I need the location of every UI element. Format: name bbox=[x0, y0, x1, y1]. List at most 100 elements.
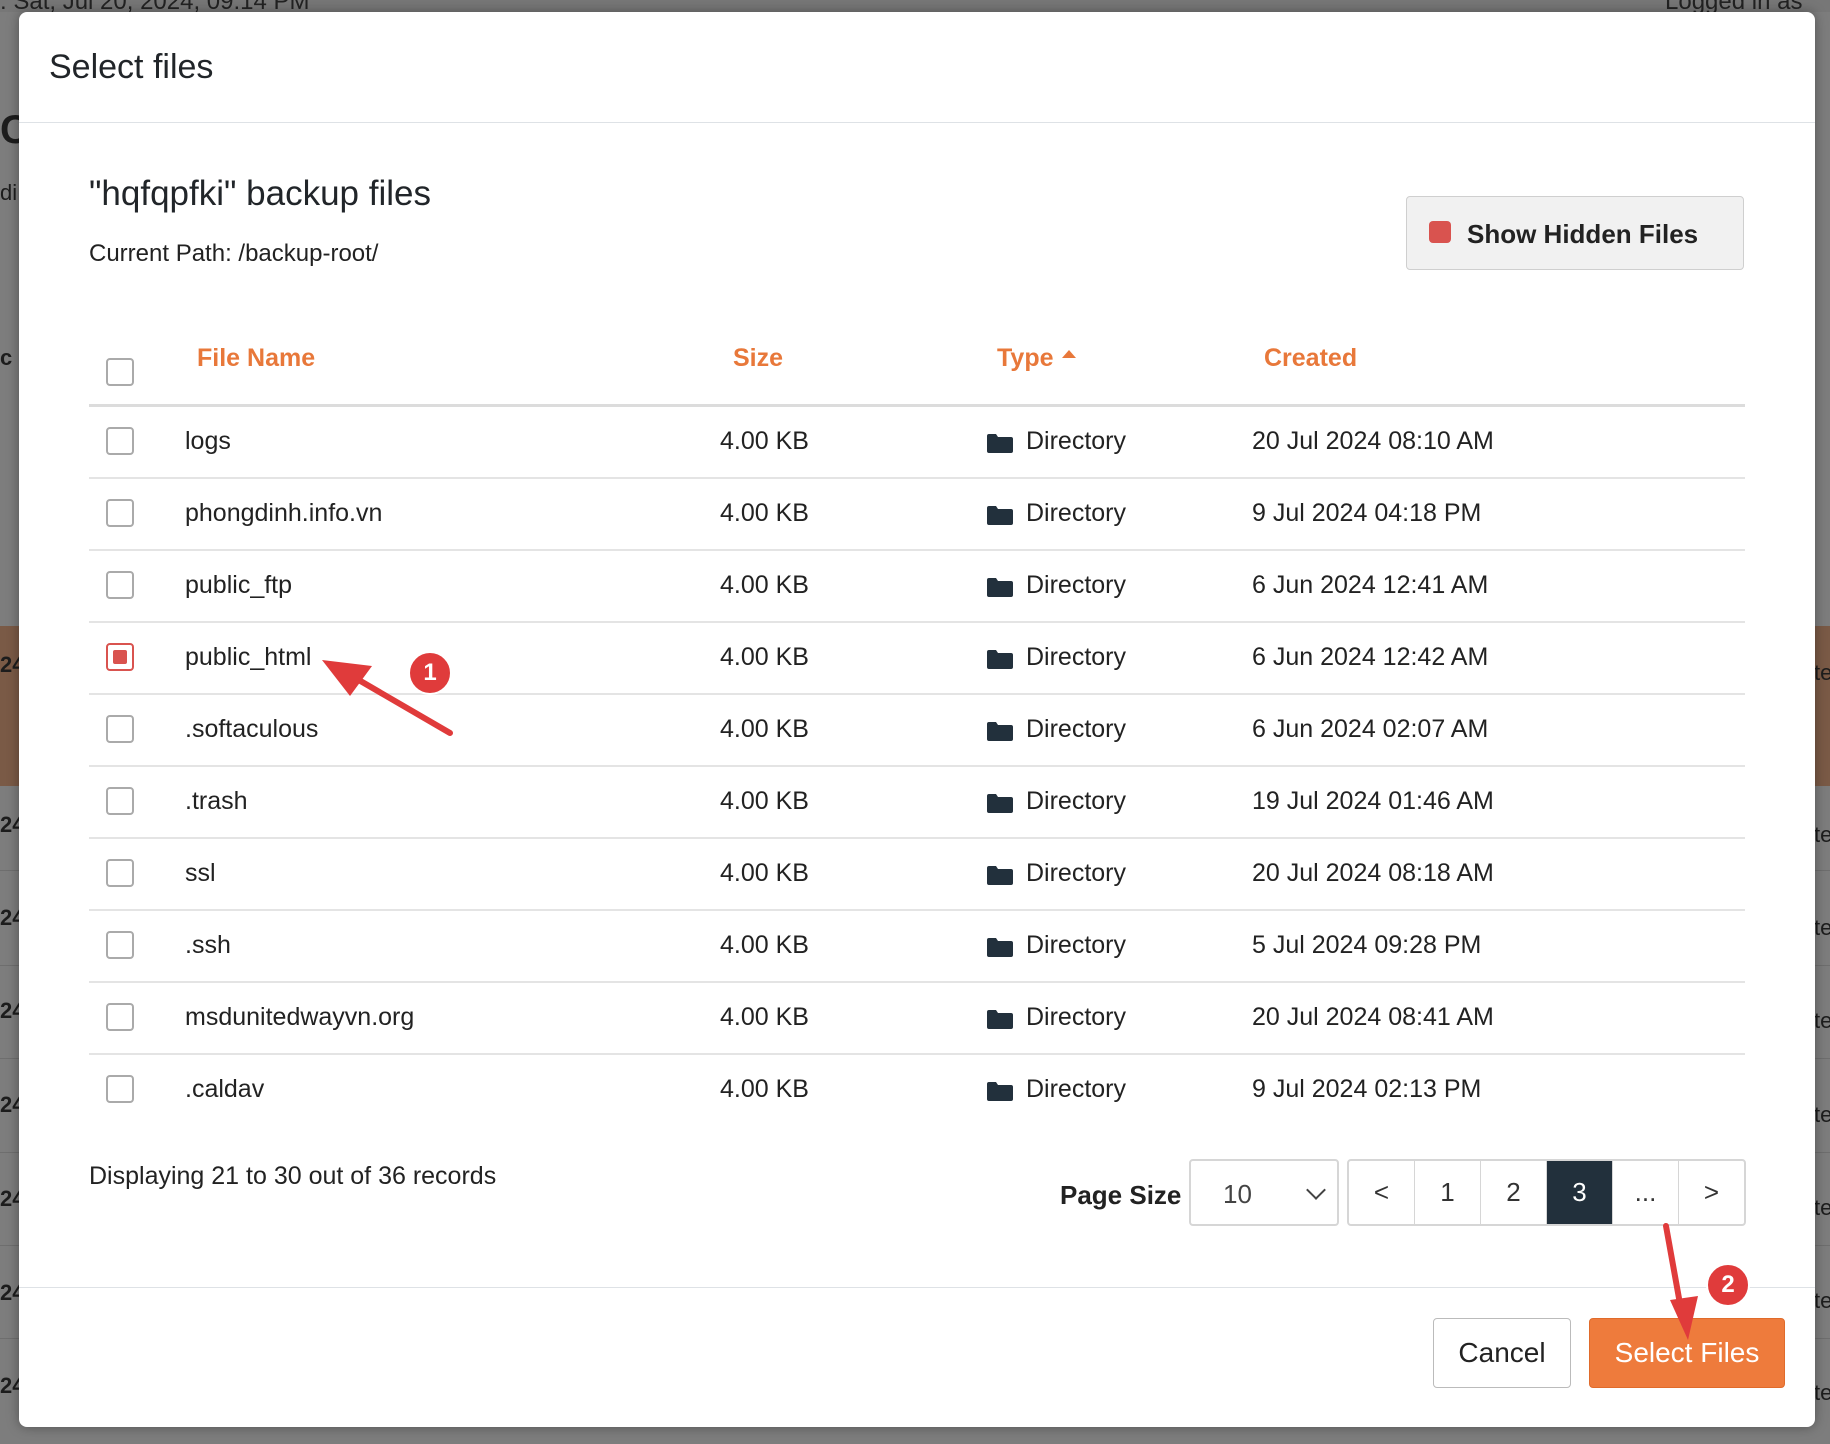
backup-files-heading: "hqfqpfki" backup files bbox=[89, 174, 431, 213]
file-name[interactable]: ssl bbox=[185, 859, 216, 888]
row-checkbox[interactable] bbox=[106, 931, 134, 959]
background-edge-text: te bbox=[1814, 660, 1830, 685]
row-checkbox[interactable] bbox=[106, 643, 134, 671]
column-size[interactable]: Size bbox=[733, 344, 783, 373]
show-hidden-checkbox[interactable] bbox=[1429, 221, 1451, 243]
file-created: 9 Jul 2024 02:13 PM bbox=[1252, 1075, 1482, 1103]
cancel-button[interactable]: Cancel bbox=[1433, 1318, 1571, 1388]
background-edge-text: te bbox=[1814, 1288, 1830, 1313]
file-type: Directory bbox=[1026, 931, 1127, 959]
file-size: 4.00 KB bbox=[720, 1075, 809, 1103]
column-file-name[interactable]: File Name bbox=[197, 344, 315, 373]
table-row[interactable]: public_ftp 4.00 KB Directory 6 Jun 2024 12:… bbox=[89, 551, 1745, 623]
row-checkbox[interactable] bbox=[106, 1003, 134, 1031]
background-edge-text: te bbox=[1814, 1102, 1830, 1127]
file-created: 20 Jul 2024 08:18 AM bbox=[1252, 859, 1494, 887]
file-type: Directory bbox=[1026, 499, 1127, 527]
file-size: 4.00 KB bbox=[720, 643, 809, 671]
column-type-label: Type bbox=[997, 344, 1054, 372]
file-created: 6 Jun 2024 12:42 AM bbox=[1252, 643, 1489, 671]
page-ellipsis[interactable]: ... bbox=[1613, 1161, 1679, 1224]
file-size: 4.00 KB bbox=[720, 787, 809, 815]
file-type: Directory bbox=[1026, 1003, 1127, 1031]
page-size-select[interactable]: 10 bbox=[1189, 1159, 1339, 1226]
file-created: 6 Jun 2024 02:07 AM bbox=[1252, 715, 1489, 743]
page-2-button[interactable]: 2 bbox=[1481, 1161, 1547, 1224]
current-path: Current Path: /backup-root/ bbox=[89, 240, 379, 267]
chevron-down-icon bbox=[1306, 1180, 1326, 1200]
background-edge-text: c bbox=[0, 345, 13, 370]
file-name[interactable]: .caldav bbox=[185, 1075, 264, 1104]
folder-icon bbox=[987, 506, 1013, 525]
table-body: logs 4.00 KB Directory 20 Jul 2024 08:10 AM… bbox=[89, 407, 1745, 1125]
column-created[interactable]: Created bbox=[1264, 344, 1357, 373]
file-type: Directory bbox=[1026, 859, 1127, 887]
sort-ascending-icon bbox=[1061, 350, 1076, 358]
annotation-badge-2: 2 bbox=[1706, 1263, 1750, 1307]
background-edge-text: te bbox=[1814, 1008, 1830, 1033]
row-checkbox[interactable] bbox=[106, 1075, 134, 1103]
folder-icon bbox=[987, 866, 1013, 885]
background-edge-text: te bbox=[1814, 1380, 1830, 1405]
table-row[interactable]: .softaculous 4.00 KB Directory 6 Jun 2024 0… bbox=[89, 695, 1745, 767]
file-size: 4.00 KB bbox=[720, 931, 809, 959]
modal-header: Select files bbox=[19, 12, 1815, 123]
background-top-bar: : Sat, Jul 20, 2024, 09:14 PM Logged in … bbox=[0, 0, 1830, 15]
file-type: Directory bbox=[1026, 427, 1127, 455]
file-name[interactable]: .softaculous bbox=[185, 715, 318, 744]
table-row[interactable]: msdunitedwayvn.org 4.00 KB Directory 20 Jul… bbox=[89, 983, 1745, 1055]
file-name[interactable]: phongdinh.info.vn bbox=[185, 499, 382, 528]
file-name[interactable]: logs bbox=[185, 427, 231, 456]
row-checkbox[interactable] bbox=[106, 787, 134, 815]
table-row[interactable]: .trash 4.00 KB Directory 19 Jul 2024 01:46 … bbox=[89, 767, 1745, 839]
file-name[interactable]: public_html bbox=[185, 643, 311, 672]
file-name[interactable]: .trash bbox=[185, 787, 248, 816]
records-summary: Displaying 21 to 30 out of 36 records bbox=[89, 1162, 497, 1190]
file-created: 19 Jul 2024 01:46 AM bbox=[1252, 787, 1494, 815]
file-size: 4.00 KB bbox=[720, 427, 809, 455]
folder-icon bbox=[987, 794, 1013, 813]
page-3-button[interactable]: 3 bbox=[1547, 1161, 1613, 1224]
select-all-checkbox[interactable] bbox=[106, 358, 134, 386]
file-type: Directory bbox=[1026, 787, 1127, 815]
page-prev-button[interactable]: < bbox=[1349, 1161, 1415, 1224]
file-size: 4.00 KB bbox=[720, 715, 809, 743]
file-size: 4.00 KB bbox=[720, 499, 809, 527]
file-created: 9 Jul 2024 04:18 PM bbox=[1252, 499, 1482, 527]
row-checkbox[interactable] bbox=[106, 499, 134, 527]
table-row[interactable]: .ssh 4.00 KB Directory 5 Jul 2024 09:28 PM bbox=[89, 911, 1745, 983]
page-size-value: 10 bbox=[1223, 1179, 1252, 1209]
table-header: File Name Size Type Created bbox=[89, 312, 1745, 407]
row-checkbox[interactable] bbox=[106, 427, 134, 455]
background-edge-text: te bbox=[1814, 915, 1830, 940]
file-type: Directory bbox=[1026, 715, 1127, 743]
folder-icon bbox=[987, 434, 1013, 453]
table-row[interactable]: .caldav 4.00 KB Directory 9 Jul 2024 02:13 … bbox=[89, 1055, 1745, 1125]
files-table: File Name Size Type Created logs 4.00 KB D… bbox=[89, 312, 1745, 1125]
file-name[interactable]: msdunitedwayvn.org bbox=[185, 1003, 414, 1032]
column-type[interactable]: Type bbox=[997, 344, 1076, 373]
folder-icon bbox=[987, 1010, 1013, 1029]
modal-footer: Cancel Select Files bbox=[19, 1287, 1815, 1427]
file-name[interactable]: .ssh bbox=[185, 931, 231, 960]
show-hidden-files-toggle[interactable]: Show Hidden Files bbox=[1406, 196, 1744, 270]
show-hidden-label: Show Hidden Files bbox=[1467, 219, 1699, 249]
folder-icon bbox=[987, 722, 1013, 741]
file-size: 4.00 KB bbox=[720, 1003, 809, 1031]
table-row[interactable]: public_html 4.00 KB Directory 6 Jun 2024 12… bbox=[89, 623, 1745, 695]
select-files-button[interactable]: Select Files bbox=[1589, 1318, 1785, 1388]
modal-title: Select files bbox=[49, 48, 214, 86]
row-checkbox[interactable] bbox=[106, 859, 134, 887]
page-next-button[interactable]: > bbox=[1679, 1161, 1744, 1224]
folder-icon bbox=[987, 578, 1013, 597]
page-size-label: Page Size bbox=[1060, 1180, 1182, 1210]
row-checkbox[interactable] bbox=[106, 571, 134, 599]
row-checkbox[interactable] bbox=[106, 715, 134, 743]
table-row[interactable]: phongdinh.info.vn 4.00 KB Directory 9 Jul 2… bbox=[89, 479, 1745, 551]
file-size: 4.00 KB bbox=[720, 859, 809, 887]
page-1-button[interactable]: 1 bbox=[1415, 1161, 1481, 1224]
table-row[interactable]: ssl 4.00 KB Directory 20 Jul 2024 08:18 AM bbox=[89, 839, 1745, 911]
table-row[interactable]: logs 4.00 KB Directory 20 Jul 2024 08:10 AM bbox=[89, 407, 1745, 479]
folder-icon bbox=[987, 1082, 1013, 1101]
file-name[interactable]: public_ftp bbox=[185, 571, 292, 600]
